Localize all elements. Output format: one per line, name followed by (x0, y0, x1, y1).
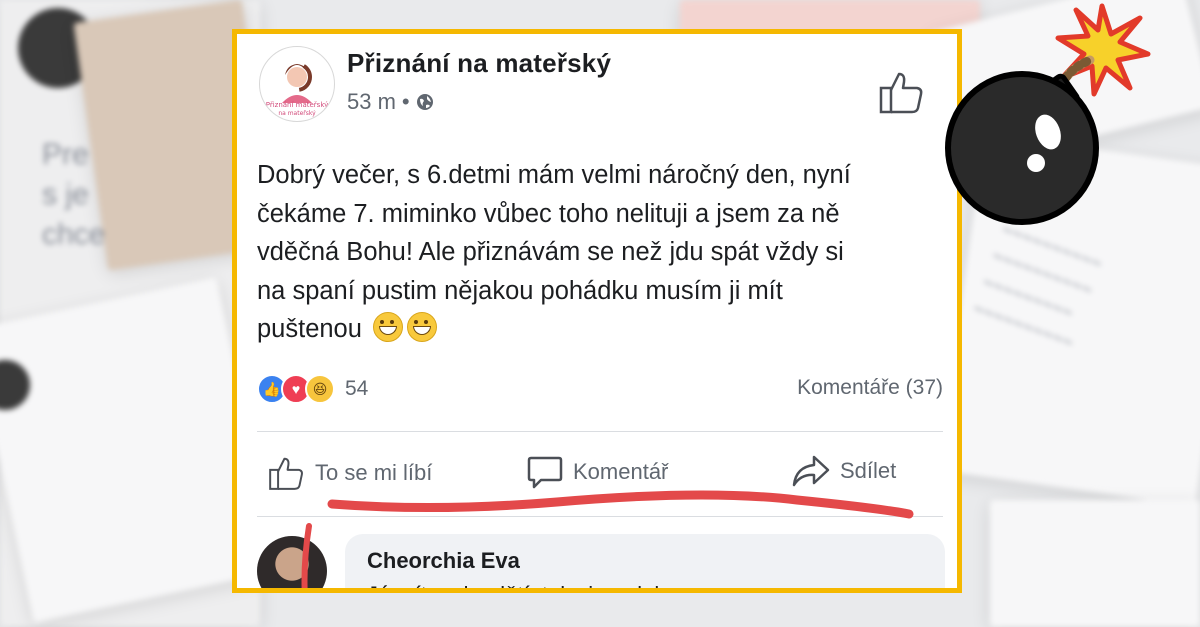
share-icon (792, 455, 830, 487)
post-line-5: puštenou (257, 310, 947, 349)
globe-icon (416, 94, 433, 110)
thumbs-up-icon[interactable] (877, 68, 925, 116)
post-line-2: čekáme 7. miminko vůbec toho nelituji a … (257, 199, 840, 228)
page-avatar[interactable]: Přiznání mateřský na mateřský (259, 46, 335, 122)
svg-text:Přiznání mateřský: Přiznání mateřský (266, 101, 329, 109)
post-line-3: vděčná Bohu! Ale přiznávám se než jdu sp… (257, 238, 844, 266)
separator-dot: • (401, 89, 410, 114)
comment-icon (527, 456, 563, 489)
bg-card-bottom-right (990, 500, 1200, 627)
page-logo-icon: Přiznání mateřský na mateřský (266, 62, 329, 117)
grin-emoji-icon (407, 312, 438, 342)
post-line-5-text: puštenou (257, 315, 362, 343)
post-line-1: Dobrý večer, s 6.detmi mám velmi náročný… (257, 161, 851, 189)
comment-bubble: Cheorchia Eva Já mít sedm dětí, tak si n… (345, 534, 945, 588)
post-time-text: 53 m (347, 89, 396, 114)
commenter-avatar[interactable] (257, 536, 327, 588)
bg-text-left: Pre s je chce (42, 138, 106, 251)
comment-text: Já mít sedm dětí, tak si na dobrou noc (367, 582, 740, 588)
svg-text:na mateřský: na mateřský (278, 110, 316, 117)
reactions-summary[interactable]: 👍 ♥ 😆 54 (257, 374, 368, 404)
comment-button-label: Komentář (573, 459, 669, 484)
comments-count-link[interactable]: Komentáře (37) (797, 376, 943, 400)
share-button[interactable]: Sdílet (792, 454, 896, 488)
haha-reaction-icon: 😆 (305, 374, 335, 404)
like-button-label: To se mi líbí (315, 460, 433, 485)
page-name[interactable]: Přiznání na mateřský (347, 48, 611, 79)
post-text: Dobrý večer, s 6.detmi mám velmi náročný… (257, 156, 947, 349)
like-button[interactable]: To se mi líbí (267, 454, 432, 492)
thumbs-up-icon (269, 457, 303, 490)
divider-top (257, 431, 943, 432)
comment-author[interactable]: Cheorchia Eva (367, 548, 520, 574)
comment-button[interactable]: Komentář (527, 454, 668, 490)
grin-emoji-icon (373, 312, 404, 342)
divider-bottom (257, 516, 943, 517)
reaction-count: 54 (345, 377, 369, 400)
bomb-icon (945, 3, 1151, 225)
facebook-post: Přiznání mateřský na mateřský Přiznání n… (232, 29, 962, 593)
post-timestamp[interactable]: 53 m • (347, 89, 434, 115)
post-line-4: na spaní pustim nějakou pohádku musím ji… (257, 276, 783, 305)
share-button-label: Sdílet (840, 458, 897, 483)
